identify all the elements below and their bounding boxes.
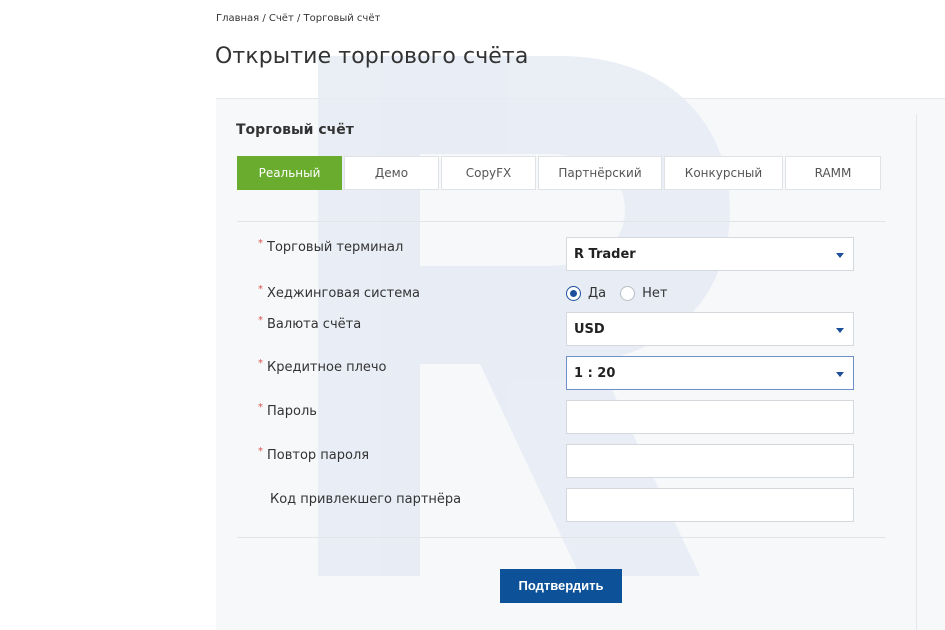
breadcrumb: Главная / Счёт / Торговый счёт (216, 13, 381, 24)
partner-code-label: Код привлекшего партнёра (270, 492, 462, 507)
terminal-select[interactable]: R Trader (566, 237, 854, 271)
partner-code-input[interactable] (566, 488, 854, 522)
hedging-no-label[interactable]: Нет (642, 286, 667, 301)
tab-contest[interactable]: Конкурсный (664, 156, 783, 190)
caret-down-icon (836, 328, 844, 333)
password-label: * Пароль (258, 402, 317, 419)
section-title: Торговый счёт (236, 122, 354, 138)
hedging-no-radio[interactable] (620, 285, 636, 301)
required-mark: * (258, 238, 263, 249)
required-mark: * (258, 358, 263, 369)
page-title: Открытие торгового счёта (215, 44, 529, 69)
tab-real[interactable]: Реальный (237, 156, 342, 190)
required-mark: * (258, 402, 263, 413)
hedging-yes-label[interactable]: Да (588, 286, 606, 301)
required-mark: * (258, 446, 263, 457)
password-input[interactable] (566, 400, 854, 434)
required-mark: * (258, 315, 263, 326)
submit-button[interactable]: Подтвердить (500, 569, 622, 603)
tab-demo[interactable]: Демо (344, 156, 439, 190)
required-mark: * (258, 284, 263, 295)
caret-down-icon (836, 253, 844, 258)
leverage-select[interactable]: 1 : 20 (566, 356, 854, 390)
caret-down-icon (836, 372, 844, 377)
tab-ramm[interactable]: RAMM (785, 156, 881, 190)
terminal-label: * Торговый терминал (258, 238, 404, 255)
currency-select[interactable]: USD (566, 312, 854, 346)
panel-divider (916, 114, 917, 630)
password-repeat-label: * Повтор пароля (258, 446, 370, 463)
hedging-radio-group: Да Нет (566, 284, 681, 302)
currency-label: * Валюта счёта (258, 315, 362, 332)
divider-top (237, 221, 886, 222)
hedging-label: * Хеджинговая система (258, 284, 421, 301)
tab-partner[interactable]: Партнёрский (538, 156, 662, 190)
leverage-label: * Кредитное плечо (258, 358, 387, 375)
hedging-yes-radio[interactable] (566, 285, 581, 301)
tab-copyfx[interactable]: CopyFX (441, 156, 536, 190)
password-repeat-input[interactable] (566, 444, 854, 478)
divider-bottom (237, 537, 886, 538)
account-type-tabs: Реальный Демо CopyFX Партнёрский Конкурс… (237, 156, 883, 190)
